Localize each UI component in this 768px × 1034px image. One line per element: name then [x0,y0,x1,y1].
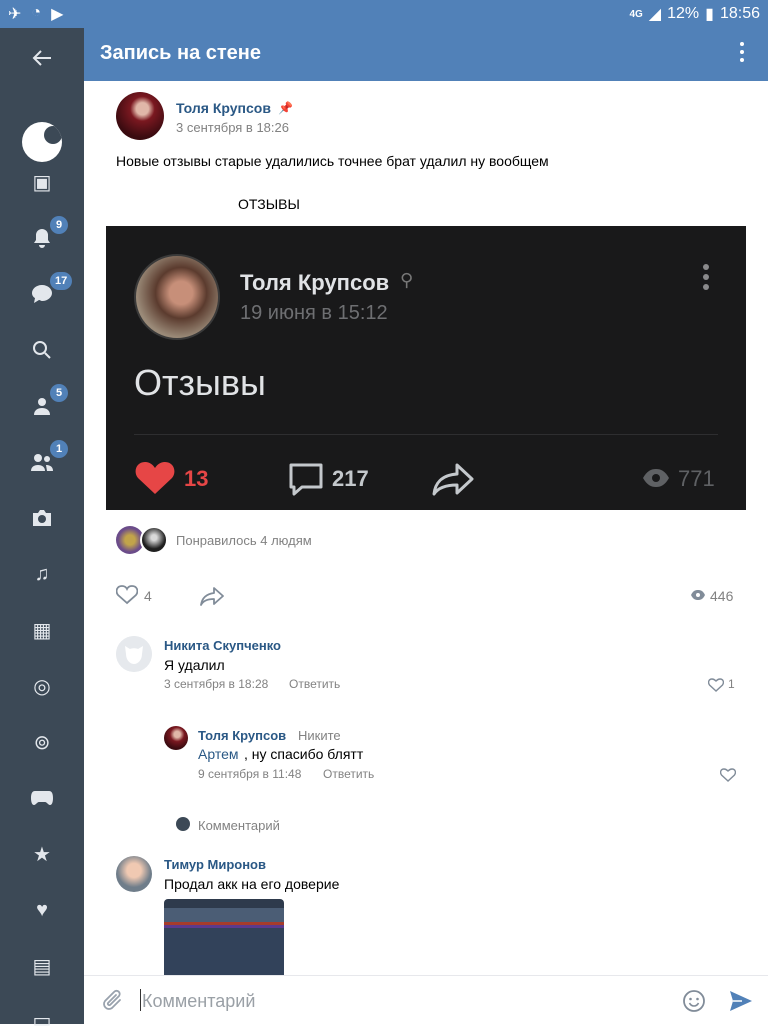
like-heart-icon[interactable] [116,585,138,605]
search-icon[interactable] [28,336,56,364]
status-time: 18:56 [719,5,760,22]
liked-by-text[interactable]: Понравилось 4 людям [176,533,312,548]
comment-author-name[interactable]: Тимур Миронов [164,857,266,872]
embed-text: Отзывы [134,362,266,403]
video-icon[interactable]: ▦ [28,616,56,644]
comment-author-avatar[interactable] [116,636,152,672]
notification-icon: ✈ [8,6,22,23]
embed-comment-count: 217 [332,466,369,491]
more-options-icon[interactable] [738,42,746,62]
my-avatar [176,817,190,831]
embed-date: 19 июня в 15:12 [240,302,388,324]
status-bar: ✈ ◔ ▶ 4G ◢ 12% ▮ 18:56 [0,0,768,28]
music-icon[interactable]: ♫ [28,560,56,588]
friends-badge: 5 [50,384,68,402]
embed-author-name: Толя Крупсов [240,270,390,295]
embed-heart-icon [135,462,175,494]
embed-pin-icon: ⚲ [400,270,414,290]
news-icon[interactable]: ▣ [28,168,56,196]
liked-heart-icon[interactable]: ♥ [28,896,56,924]
wifi-icon: ◔ [31,4,42,21]
comment-date: 9 сентября в 11:48 [198,767,302,781]
profile-avatar[interactable] [22,122,62,162]
embed-share-icon [432,463,474,496]
comment-text: , ну спасибо блятт [244,746,364,762]
network-indicator: 4G [629,8,643,20]
notifications-badge: 9 [50,216,68,234]
comment-author-name[interactable]: Никита Скупченко [164,638,281,653]
like-count: 4 [144,588,152,604]
comment-author-avatar[interactable] [164,726,188,750]
battery-percent: 12% [667,5,700,22]
signal-icon: ◢ [648,6,662,23]
comment-like-icon[interactable] [708,678,724,692]
comment-date: 3 сентября в 18:28 [164,677,269,691]
attach-paperclip-icon[interactable] [102,989,124,1013]
youtube-icon: ▶ [51,6,64,23]
emoji-smile-icon[interactable] [682,989,706,1013]
embed-author-avatar [134,254,220,340]
games-icon[interactable] [28,784,56,812]
text-cursor [140,989,141,1011]
battery-icon: ▮ [705,6,714,23]
comment-mention-link[interactable]: Артем [198,746,238,762]
comment-image-attachment[interactable] [164,899,284,975]
comment-like-count: 1 [728,677,735,691]
comment-author-avatar[interactable] [116,856,152,892]
comment-reply-button[interactable]: Ответить [289,677,340,691]
embed-like-count: 13 [184,466,209,491]
top-app-bar: Запись на стене [84,28,768,81]
sidebar: ▣ 9 17 5 1 ♫ ▦ ◎ ⊚ ★ ♥ ▤ ▭ [0,28,84,1032]
comment-reply-to[interactable]: Никите [298,728,341,743]
status-bar-left-icons: ✈ ◔ ▶ [8,4,63,24]
camera-icon[interactable] [28,504,56,532]
comment-author-name[interactable]: Толя Крупсов [198,728,286,743]
documents-icon[interactable]: ▤ [28,952,56,980]
comment-reply-button[interactable]: Ответить [323,767,374,781]
liker-avatar[interactable] [140,526,168,554]
communities-badge: 1 [50,440,68,458]
view-count: 446 [710,588,734,604]
embed-more-icon [702,264,710,294]
messages-badge: 17 [50,272,73,290]
post-author-avatar[interactable] [116,92,164,140]
post-image[interactable]: Толя Крупсов ⚲ 19 июня в 15:12 Отзывы 13… [106,226,746,510]
pin-icon: 📌 [278,101,293,115]
page-title: Запись на стене [100,42,262,64]
comment-input[interactable] [142,990,662,1012]
embed-divider [134,434,718,435]
views-eye-icon [691,590,705,600]
podcast-icon[interactable]: ⊚ [28,728,56,756]
status-bar-right: 4G ◢ 12% ▮ 18:56 [629,4,760,24]
post-author-name[interactable]: Толя Крупсов [176,100,271,116]
comment-text: Продал акк на его доверие [164,876,340,892]
live-icon[interactable]: ◎ [28,672,56,700]
comment-composer [84,975,768,1024]
comment-text: Я удалил [164,657,225,673]
embed-comment-icon [289,463,323,496]
reply-comment-placeholder[interactable]: Комментарий [198,818,280,833]
embed-eye-icon [643,469,669,487]
share-icon[interactable] [200,586,224,606]
post-subtext: ОТЗЫВЫ [238,196,300,212]
post-text: Новые отзывы старые удалились точнее бра… [116,153,549,169]
send-icon[interactable] [728,988,754,1014]
payments-icon[interactable]: ▭ [28,1006,56,1034]
bookmarks-star-icon[interactable]: ★ [28,840,56,868]
comment-like-icon[interactable] [720,768,736,782]
embed-view-count: 771 [678,466,715,491]
back-arrow-icon[interactable] [28,44,56,72]
post-date: 3 сентября в 18:26 [176,120,289,135]
